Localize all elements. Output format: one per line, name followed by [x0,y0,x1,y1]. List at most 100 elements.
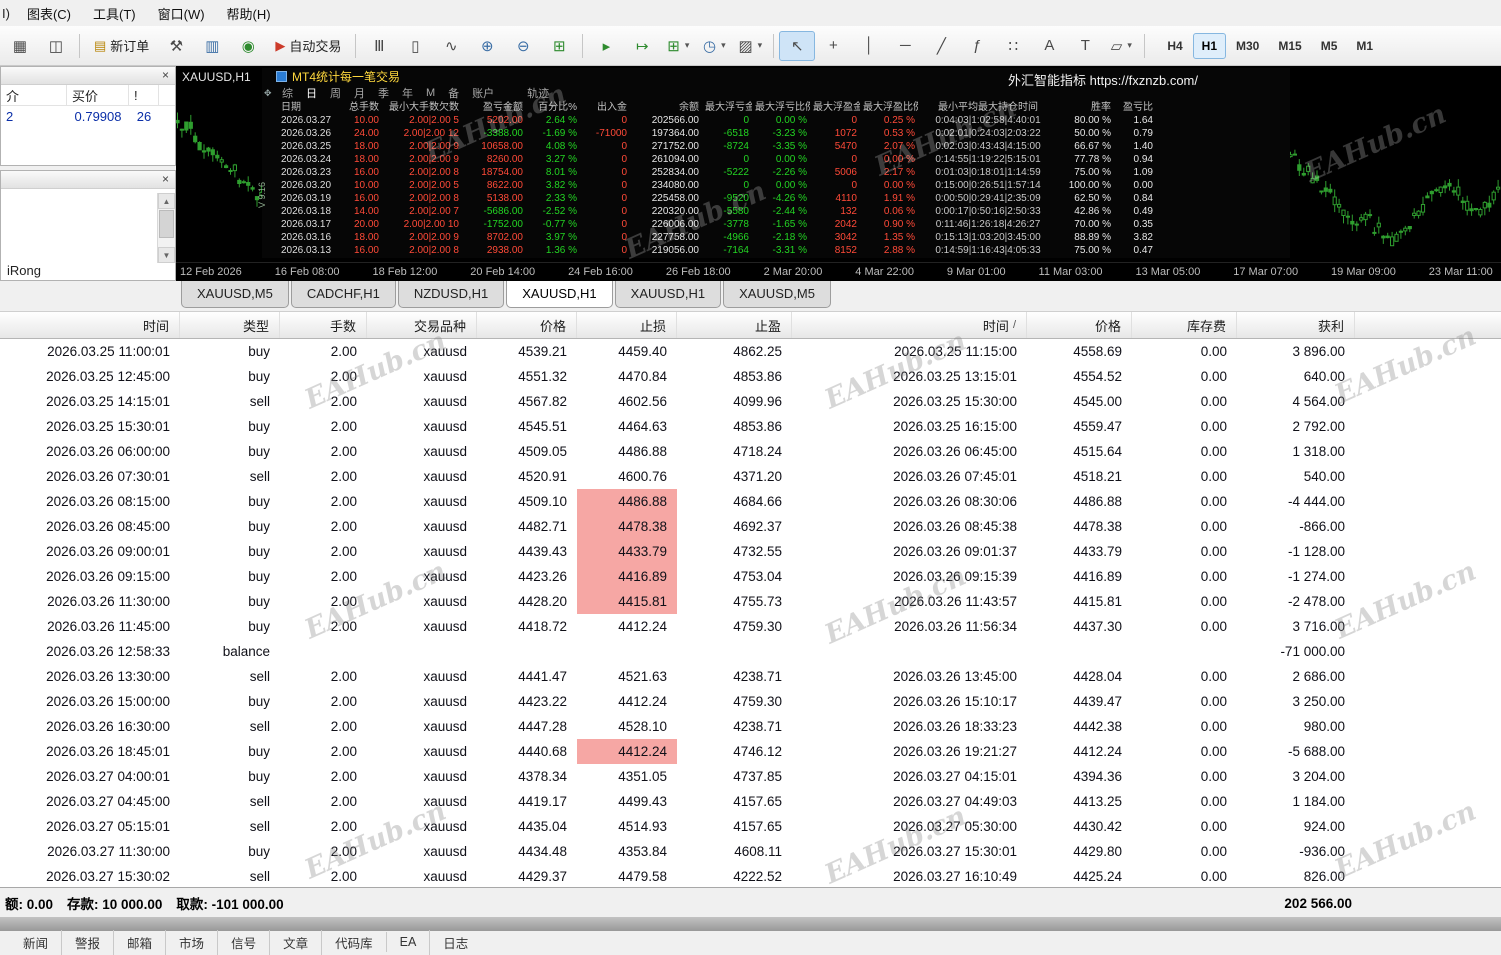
line-chart-button[interactable]: ∿ [433,31,469,61]
market-watch-row[interactable]: 2 0.79908 26 [1,106,175,127]
trendline-button[interactable]: ╱ [923,31,959,61]
terminal-tab[interactable]: 邮箱 [113,929,165,955]
news-button[interactable]: ◉ [230,31,266,61]
history-row[interactable]: 2026.03.25 15:30:01 buy 2.00 xauusd 4545.51 4… [0,414,1501,439]
horizontal-line-button[interactable]: ─ [887,31,923,61]
auto-trading-button[interactable]: ▶ 自动交易 [266,31,350,61]
timeframe-button[interactable]: H1 [1192,32,1227,59]
timeframe-button[interactable]: M30 [1227,33,1268,59]
history-header-cell[interactable]: 库存费 [1132,312,1237,338]
history-header-cell[interactable]: 时间 / [792,312,1027,338]
chart-tab[interactable]: CADCHF,H1 [290,281,396,308]
column-header[interactable]: 介 [1,85,67,105]
timeframe-button[interactable]: M15 [1269,33,1310,59]
chart-tab[interactable]: XAUUSD,H1 [614,281,722,308]
print-button[interactable]: ▥ [194,31,230,61]
new-chart-button[interactable]: ⊞ ▾ [660,31,696,61]
stats-menu-item[interactable]: 月 [354,85,365,101]
history-header-cell[interactable]: 手数 [280,312,367,338]
history-row[interactable]: 2026.03.27 15:30:02 sell 2.00 xauusd 4429.37… [0,864,1501,889]
charts-grid-button[interactable]: ▦ [2,31,38,61]
history-row[interactable]: 2026.03.27 04:00:01 buy 2.00 xauusd 4378.34 4… [0,764,1501,789]
candle-chart-button[interactable]: ▯ [397,31,433,61]
history-header-cell[interactable]: 价格 [477,312,577,338]
chart-tab[interactable]: XAUUSD,H1 [506,281,613,308]
stats-menu-item[interactable]: M [426,87,435,99]
zoom-out-button[interactable]: ⊖ [505,31,541,61]
vertical-line-button[interactable]: │ [851,31,887,61]
history-row[interactable]: 2026.03.26 16:30:00 sell 2.00 xauusd 4447.28… [0,714,1501,739]
terminal-tab[interactable]: 文章 [269,929,321,955]
stats-menu-item[interactable]: 季 [378,85,389,101]
history-header-cell[interactable]: 交易品种 [367,312,477,338]
terminal-tab[interactable]: 信号 [217,929,269,955]
history-header-cell[interactable]: 类型 [180,312,280,338]
stats-menu-item[interactable]: 年 [402,85,413,101]
cursor-button[interactable]: ↖ [779,30,816,61]
terminal-tab[interactable]: 市场 [165,929,217,955]
time-axis[interactable]: 12 Feb 2026 16 Feb 08:00 18 Feb 12:00 20 Fe… [176,262,1501,281]
stats-menu-item[interactable]: 综 [282,85,293,101]
zoom-in-button[interactable]: ⊕ [469,31,505,61]
menu-item[interactable]: 图表(C) [16,0,82,27]
menu-item[interactable]: 窗口(W) [147,0,216,27]
menu-item[interactable]: 工具(T) [82,0,147,27]
stats-menu-item[interactable]: 日 [306,85,317,101]
column-header[interactable]: ! [129,85,159,105]
terminal-tab[interactable]: 新闻 [10,930,61,955]
history-row[interactable]: 2026.03.26 09:15:00 buy 2.00 xauusd 4423.26 4… [0,564,1501,589]
chart-tab[interactable]: NZDUSD,H1 [397,281,505,308]
close-icon[interactable]: × [158,172,173,187]
timeframe-button[interactable]: M5 [1312,33,1347,59]
expert-builder-button[interactable]: ⚒ [158,31,194,61]
new-order-button[interactable]: ▤ 新订单 [85,31,158,61]
stats-menu-item[interactable]: 备 [448,85,459,101]
history-row[interactable]: 2026.03.27 05:15:01 sell 2.00 xauusd 4435.04… [0,814,1501,839]
history-header-cell[interactable]: 价格 [1027,312,1132,338]
timeframe-button[interactable]: M1 [1347,33,1382,59]
history-row[interactable]: 2026.03.26 09:00:01 buy 2.00 xauusd 4439.43 4… [0,539,1501,564]
history-row[interactable]: 2026.03.26 11:45:00 buy 2.00 xauusd 4418.72 4… [0,614,1501,639]
history-header-cell[interactable]: 获利 [1237,312,1355,338]
crosshair-button[interactable]: + [815,31,851,61]
objects-button[interactable]: ∷ [995,31,1031,61]
terminal-tab[interactable]: 代码库 [321,929,386,955]
move-icon[interactable]: ✥ [264,88,272,99]
history-header-cell[interactable]: 止盈 [677,312,792,338]
terminal-tab[interactable]: 警报 [61,929,113,955]
history-row[interactable]: 2026.03.26 06:00:00 buy 2.00 xauusd 4509.05 4… [0,439,1501,464]
terminal-tab[interactable]: EA [385,932,430,952]
history-row[interactable]: 2026.03.26 12:58:33 balance -71 000.00 [0,639,1501,664]
chart-tab[interactable]: XAUUSD,M5 [181,281,289,308]
label-button[interactable]: T [1067,31,1103,61]
history-row[interactable]: 2026.03.26 08:45:00 buy 2.00 xauusd 4482.71 4… [0,514,1501,539]
chart-tab[interactable]: XAUUSD,M5 [723,281,831,308]
bar-chart-button[interactable]: Ⅲ [361,31,397,61]
tile-windows-button[interactable]: ⊞ [541,31,577,61]
column-header[interactable]: 买价 [67,85,129,105]
terminal-tab[interactable]: 日志 [429,929,481,955]
history-row[interactable]: 2026.03.26 08:15:00 buy 2.00 xauusd 4509.10 4… [0,489,1501,514]
templates-button[interactable]: ▨ ▾ [732,31,768,61]
history-header-cell[interactable]: 时间 [0,312,180,338]
profiles-button[interactable]: ◫ [38,31,74,61]
history-row[interactable]: 2026.03.25 14:15:01 sell 2.00 xauusd 4567.82… [0,389,1501,414]
chart-shift-button[interactable]: ↦ [624,31,660,61]
menu-item[interactable]: 帮助(H) [216,0,282,27]
periods-button[interactable]: ◷ ▾ [696,31,732,61]
stats-menu-item[interactable]: 轨迹 [527,85,549,101]
auto-scroll-button[interactable]: ▸ [588,31,624,61]
history-row[interactable]: 2026.03.27 04:45:00 sell 2.00 xauusd 4419.17… [0,789,1501,814]
menu-item-partial[interactable]: I) [0,6,16,21]
history-row[interactable]: 2026.03.25 11:00:01 buy 2.00 xauusd 4539.21 4… [0,339,1501,364]
text-button[interactable]: A [1031,31,1067,61]
history-row[interactable]: 2026.03.26 15:00:00 buy 2.00 xauusd 4423.22 4… [0,689,1501,714]
history-header-cell[interactable]: 止损 [577,312,677,338]
history-row[interactable]: 2026.03.26 13:30:00 sell 2.00 xauusd 4441.47… [0,664,1501,689]
history-row[interactable]: 2026.03.27 11:30:00 buy 2.00 xauusd 4434.48 4… [0,839,1501,864]
stats-menu-item[interactable]: 周 [330,85,341,101]
stats-menu-item[interactable]: 账户 [472,85,494,101]
chart-area[interactable]: XAUUSD,H1 外汇智能指标 https://fxznzb.com/ ✥ M… [176,66,1501,262]
history-row[interactable]: 2026.03.25 12:45:00 buy 2.00 xauusd 4551.32 4… [0,364,1501,389]
history-row[interactable]: 2026.03.26 07:30:01 sell 2.00 xauusd 4520.91… [0,464,1501,489]
